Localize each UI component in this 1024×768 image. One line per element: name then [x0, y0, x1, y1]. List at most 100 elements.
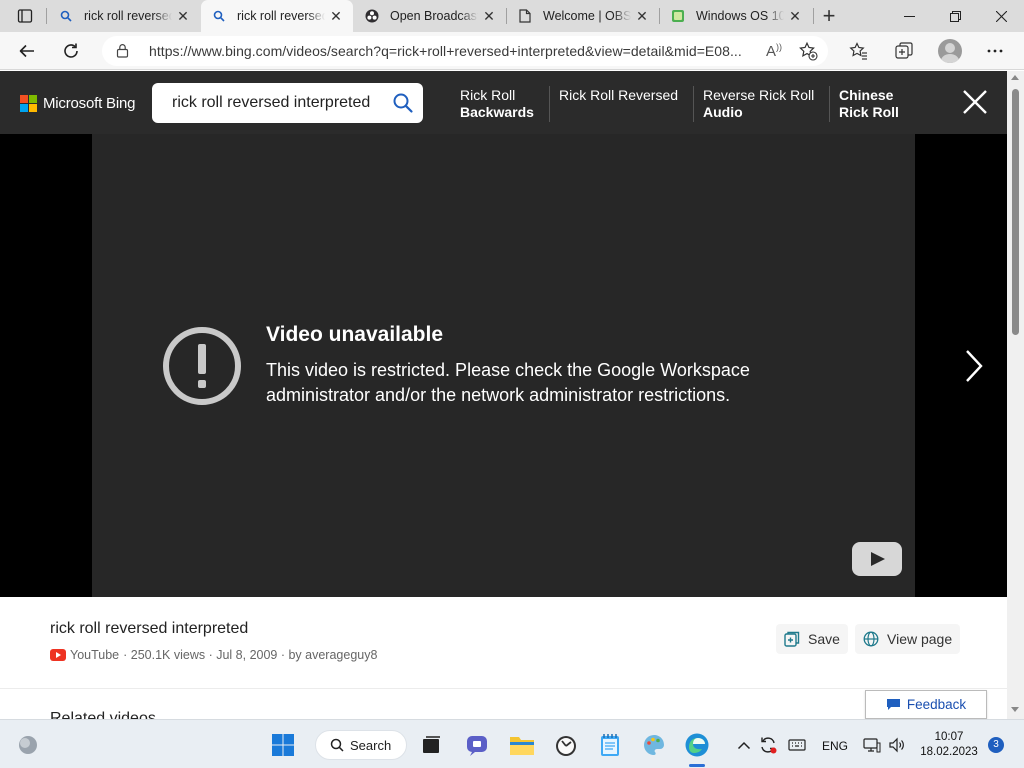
profile-avatar[interactable]: [938, 39, 962, 63]
tab-title: Open Broadcaster: [390, 9, 478, 23]
related-search-line: Rick Roll: [839, 104, 899, 120]
tab-title: Windows OS 10: [696, 9, 784, 23]
read-aloud-icon[interactable]: A)): [766, 42, 782, 60]
browser-tab-strip: rick roll reversed ✕ rick roll reversed …: [0, 0, 1024, 32]
plus-icon: +: [822, 3, 836, 28]
scrollbar-thumb[interactable]: [1012, 89, 1019, 335]
related-search-line: Backwards: [460, 104, 534, 120]
edge-icon: [685, 733, 709, 757]
collections-icon: [895, 42, 913, 59]
save-button[interactable]: Save: [776, 624, 848, 654]
related-search-line: Chinese: [839, 87, 894, 103]
favorites-button[interactable]: [844, 36, 874, 66]
related-search-line: Rick Roll: [460, 87, 516, 103]
video-title[interactable]: rick roll reversed interpreted: [50, 620, 248, 638]
network-button[interactable]: [860, 729, 884, 761]
bing-logo[interactable]: Microsoft Bing: [20, 95, 135, 112]
start-button[interactable]: [267, 729, 299, 761]
search-icon[interactable]: [392, 92, 414, 119]
browser-tab[interactable]: rick roll reversed ✕: [48, 0, 200, 32]
paint-app-button[interactable]: [638, 729, 670, 761]
task-view-button[interactable]: [415, 729, 447, 761]
volume-button[interactable]: [885, 729, 909, 761]
page-scrollbar[interactable]: [1007, 71, 1024, 719]
scroll-down-arrow-icon[interactable]: [1011, 707, 1019, 712]
browser-tab[interactable]: Open Broadcaster ✕: [354, 0, 506, 32]
youtube-icon: [50, 649, 66, 661]
close-icon: [995, 10, 1007, 22]
related-search-link[interactable]: Reverse Rick Roll Audio: [703, 87, 823, 121]
teams-chat-button[interactable]: [461, 729, 493, 761]
view-page-button[interactable]: View page: [855, 624, 961, 654]
browser-tab[interactable]: Windows OS 10 ✕: [660, 0, 812, 32]
related-search-link[interactable]: Rick Roll Backwards: [460, 87, 540, 121]
tab-title: Welcome | OBS: [543, 9, 631, 23]
notepad-icon: [601, 734, 619, 756]
related-search-link[interactable]: Chinese Rick Roll: [839, 87, 909, 121]
close-video-button[interactable]: [960, 87, 990, 117]
error-message: This video is restricted. Please check t…: [266, 360, 750, 405]
taskbar-search-button[interactable]: Search: [315, 730, 407, 760]
tab-title: rick roll reversed: [84, 9, 172, 23]
file-explorer-button[interactable]: [506, 729, 538, 761]
edge-browser-button[interactable]: [681, 729, 713, 761]
active-app-indicator: [689, 764, 705, 767]
notification-badge[interactable]: 3: [988, 737, 1004, 753]
related-search-line: Reverse Rick Roll: [703, 87, 815, 103]
close-window-button[interactable]: [978, 0, 1024, 32]
system-clock[interactable]: 10:07 18.02.2023: [917, 730, 981, 760]
settings-menu-button[interactable]: [980, 36, 1010, 66]
url-text: https://www.bing.com/videos/search?q=ric…: [149, 43, 742, 59]
weather-icon: [19, 736, 37, 754]
video-stats: · 250.1K views · Jul 8, 2009 · by averag…: [123, 648, 378, 662]
search-input[interactable]: rick roll reversed interpreted: [152, 83, 423, 123]
minimize-button[interactable]: [886, 0, 932, 32]
address-bar[interactable]: https://www.bing.com/videos/search?q=ric…: [102, 36, 828, 66]
browser-tab[interactable]: Welcome | OBS ✕: [507, 0, 659, 32]
obs-icon: [364, 8, 380, 24]
add-favorite-icon[interactable]: [798, 41, 818, 66]
search-icon: [330, 738, 344, 752]
show-hidden-icons-button[interactable]: [732, 729, 756, 761]
refresh-button[interactable]: [56, 36, 86, 66]
microsoft-logo-icon: [20, 95, 37, 112]
browser-tab-active[interactable]: rick roll reversed ✕: [201, 0, 353, 32]
taskbar-search-label: Search: [350, 737, 392, 753]
restore-button[interactable]: [932, 0, 978, 32]
lock-icon: [116, 43, 129, 63]
youtube-play-button[interactable]: [852, 542, 902, 576]
chevron-up-icon: [737, 741, 751, 750]
notepad-button[interactable]: [594, 729, 626, 761]
video-player[interactable]: Video unavailable This video is restrict…: [92, 134, 915, 597]
new-tab-button[interactable]: +: [816, 3, 842, 29]
tab-separator: [659, 8, 660, 24]
brand-name: Microsoft Bing: [43, 95, 136, 112]
weather-widget[interactable]: [12, 729, 44, 761]
scroll-up-arrow-icon[interactable]: [1011, 75, 1019, 80]
search-query: rick roll reversed interpreted: [172, 94, 371, 111]
tab-separator: [46, 8, 47, 24]
touch-keyboard-button[interactable]: [784, 729, 810, 761]
input-language[interactable]: ENG: [822, 739, 848, 753]
feedback-label: Feedback: [906, 697, 967, 712]
close-tab-button[interactable]: ✕: [172, 5, 194, 27]
tab-actions-button[interactable]: [6, 0, 44, 32]
related-search-line: Rick Roll Reversed: [559, 87, 679, 103]
bing-search-icon: [211, 8, 227, 24]
close-tab-button[interactable]: ✕: [631, 5, 653, 27]
video-source: YouTube: [70, 648, 120, 662]
clock-app-button[interactable]: [550, 729, 582, 761]
close-tab-button[interactable]: ✕: [325, 5, 347, 27]
tab-title: rick roll reversed: [237, 9, 325, 23]
collections-button[interactable]: [889, 36, 919, 66]
error-title: Video unavailable: [266, 323, 444, 346]
next-video-chevron-icon[interactable]: [964, 349, 984, 388]
chat-icon: [467, 736, 487, 756]
related-search-link[interactable]: Rick Roll Reversed: [559, 87, 685, 121]
feedback-button[interactable]: Feedback: [865, 690, 987, 719]
close-tab-button[interactable]: ✕: [478, 5, 500, 27]
back-button[interactable]: [12, 36, 42, 66]
sync-tray-button[interactable]: [755, 729, 781, 761]
sync-icon: [761, 737, 777, 754]
close-tab-button[interactable]: ✕: [784, 5, 806, 27]
